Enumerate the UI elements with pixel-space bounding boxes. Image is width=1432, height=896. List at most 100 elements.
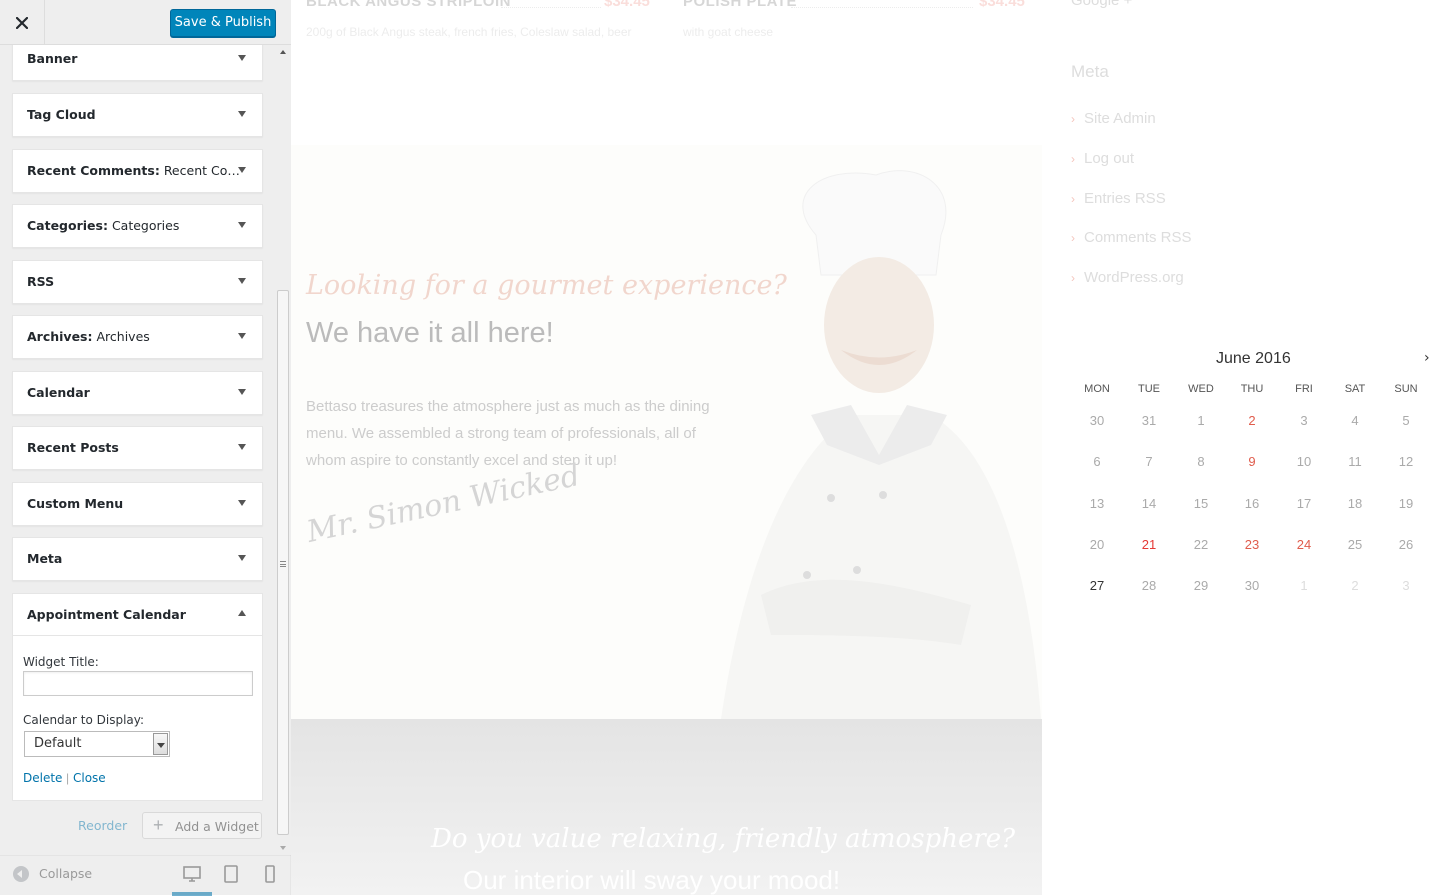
calendar-day[interactable]: 22	[1181, 537, 1221, 552]
save-publish-button[interactable]: Save & Publish	[170, 9, 276, 37]
widget-title: RSS	[27, 274, 55, 289]
meta-link-site-admin[interactable]: › Site Admin	[1071, 110, 1156, 127]
calendar-day[interactable]: 24	[1284, 537, 1324, 552]
calendar-day[interactable]: 9	[1232, 454, 1272, 469]
sidebar-scrollbar[interactable]	[276, 45, 291, 855]
expand-arrow-icon[interactable]	[238, 167, 246, 173]
about-section: Looking for a gourmet experience? We hav…	[291, 145, 1042, 719]
expand-arrow-icon[interactable]	[238, 333, 246, 339]
calendar-day[interactable]: 28	[1129, 578, 1169, 593]
calendar-day[interactable]: 2	[1335, 578, 1375, 593]
scroll-down-arrow-icon[interactable]	[280, 846, 286, 850]
add-widget-button[interactable]: + Add a Widget	[142, 812, 262, 839]
chevron-right-icon: ›	[1071, 192, 1075, 206]
expand-arrow-icon[interactable]	[238, 278, 246, 284]
dropdown-arrow-icon[interactable]	[153, 733, 168, 755]
calendar-day[interactable]: 2	[1232, 413, 1272, 428]
close-link[interactable]: Close	[73, 771, 106, 785]
widget-calendar[interactable]: Calendar	[12, 371, 263, 415]
calendar-day[interactable]: 31	[1129, 413, 1169, 428]
calendar-day-of-week: MON	[1084, 383, 1110, 395]
calendar-day[interactable]: 17	[1284, 496, 1324, 511]
meta-link-wordpress-org[interactable]: › WordPress.org	[1071, 269, 1184, 286]
widget-appointment-calendar: Appointment Calendar Widget Title: Calen…	[12, 593, 263, 801]
calendar-day-of-week: THU	[1240, 383, 1264, 395]
calendar-day[interactable]: 11	[1335, 454, 1375, 469]
widget-tag-cloud[interactable]: Tag Cloud	[12, 93, 263, 137]
calendar-day[interactable]: 27	[1077, 578, 1117, 593]
expand-arrow-icon[interactable]	[238, 555, 246, 561]
calendar-day[interactable]: 23	[1232, 537, 1272, 552]
calendar-day[interactable]: 29	[1181, 578, 1221, 593]
meta-link-log-out[interactable]: › Log out	[1071, 150, 1134, 167]
chef-image	[721, 170, 1041, 719]
active-device-indicator	[172, 892, 212, 896]
expand-arrow-icon[interactable]	[238, 55, 246, 61]
calendar-day[interactable]: 30	[1232, 578, 1272, 593]
calendar-day[interactable]: 20	[1077, 537, 1117, 552]
interior-headline: Our interior will sway your mood!	[463, 865, 841, 895]
calendar-day[interactable]: 1	[1181, 413, 1221, 428]
calendar-day[interactable]: 14	[1129, 496, 1169, 511]
scrollbar-thumb[interactable]	[277, 290, 289, 835]
calendar-day[interactable]: 10	[1284, 454, 1324, 469]
expand-arrow-icon[interactable]	[238, 111, 246, 117]
calendar-day[interactable]: 15	[1181, 496, 1221, 511]
chevron-right-icon: ›	[1071, 271, 1075, 285]
calendar-display-value: Default	[34, 736, 82, 751]
expand-arrow-icon[interactable]	[238, 444, 246, 450]
calendar-day[interactable]: 18	[1335, 496, 1375, 511]
collapse-arrow-icon[interactable]	[238, 610, 246, 616]
expand-arrow-icon[interactable]	[238, 222, 246, 228]
reorder-link[interactable]: Reorder	[78, 818, 127, 833]
calendar-day[interactable]: 4	[1335, 413, 1375, 428]
widget-banner[interactable]: Banner	[12, 45, 263, 81]
widget-categories[interactable]: Categories: Categories	[12, 204, 263, 248]
close-customizer-button[interactable]	[0, 0, 45, 45]
collapse-button[interactable]: Collapse	[39, 866, 92, 881]
widget-recent-posts[interactable]: Recent Posts	[12, 426, 263, 470]
widget-title-input[interactable]	[23, 671, 253, 696]
calendar-day[interactable]: 25	[1335, 537, 1375, 552]
close-icon	[16, 16, 28, 29]
mobile-preview-icon[interactable]	[260, 864, 280, 884]
collapse-arrow-icon[interactable]	[13, 866, 29, 882]
calendar-day[interactable]: 12	[1386, 454, 1426, 469]
widget-archives[interactable]: Archives: Archives	[12, 315, 263, 359]
calendar-day[interactable]: 13	[1077, 496, 1117, 511]
calendar-day[interactable]: 21	[1129, 537, 1169, 552]
calendar-display-select[interactable]: Default	[24, 731, 170, 757]
calendar-day[interactable]: 3	[1386, 578, 1426, 593]
expand-arrow-icon[interactable]	[238, 389, 246, 395]
calendar-day[interactable]: 3	[1284, 413, 1324, 428]
calendar-day[interactable]: 5	[1386, 413, 1426, 428]
google-plus-link[interactable]: Google +	[1071, 0, 1132, 9]
scroll-up-arrow-icon[interactable]	[280, 50, 286, 54]
tablet-preview-icon[interactable]	[221, 864, 241, 884]
widget-custom-menu[interactable]: Custom Menu	[12, 482, 263, 526]
grip-icon	[280, 561, 286, 567]
widget-title: Appointment Calendar	[27, 607, 186, 622]
widget-title: Categories: Categories	[27, 218, 180, 233]
widget-title: Archives: Archives	[27, 329, 150, 344]
calendar-day[interactable]: 26	[1386, 537, 1426, 552]
calendar-day[interactable]: 7	[1129, 454, 1169, 469]
calendar-day[interactable]: 1	[1284, 578, 1324, 593]
calendar-day[interactable]: 30	[1077, 413, 1117, 428]
calendar-day-of-week: SAT	[1344, 383, 1366, 395]
calendar-day[interactable]: 8	[1181, 454, 1221, 469]
meta-link-entries-rss[interactable]: › Entries RSS	[1071, 190, 1166, 207]
widget-recent-comments[interactable]: Recent Comments: Recent Co…	[12, 149, 263, 193]
desktop-preview-icon[interactable]	[182, 864, 202, 884]
calendar-day[interactable]: 19	[1386, 496, 1426, 511]
delete-link[interactable]: Delete	[23, 771, 62, 785]
link-separator: |	[66, 771, 70, 785]
calendar-next-icon[interactable]: ›	[1424, 350, 1430, 366]
meta-link-comments-rss[interactable]: › Comments RSS	[1071, 229, 1192, 246]
expand-arrow-icon[interactable]	[238, 500, 246, 506]
calendar-day[interactable]: 16	[1232, 496, 1272, 511]
widget-meta[interactable]: Meta	[12, 537, 263, 581]
widget-rss[interactable]: RSS	[12, 260, 263, 304]
calendar-day[interactable]: 6	[1077, 454, 1117, 469]
widget-header[interactable]: Appointment Calendar	[13, 594, 262, 636]
